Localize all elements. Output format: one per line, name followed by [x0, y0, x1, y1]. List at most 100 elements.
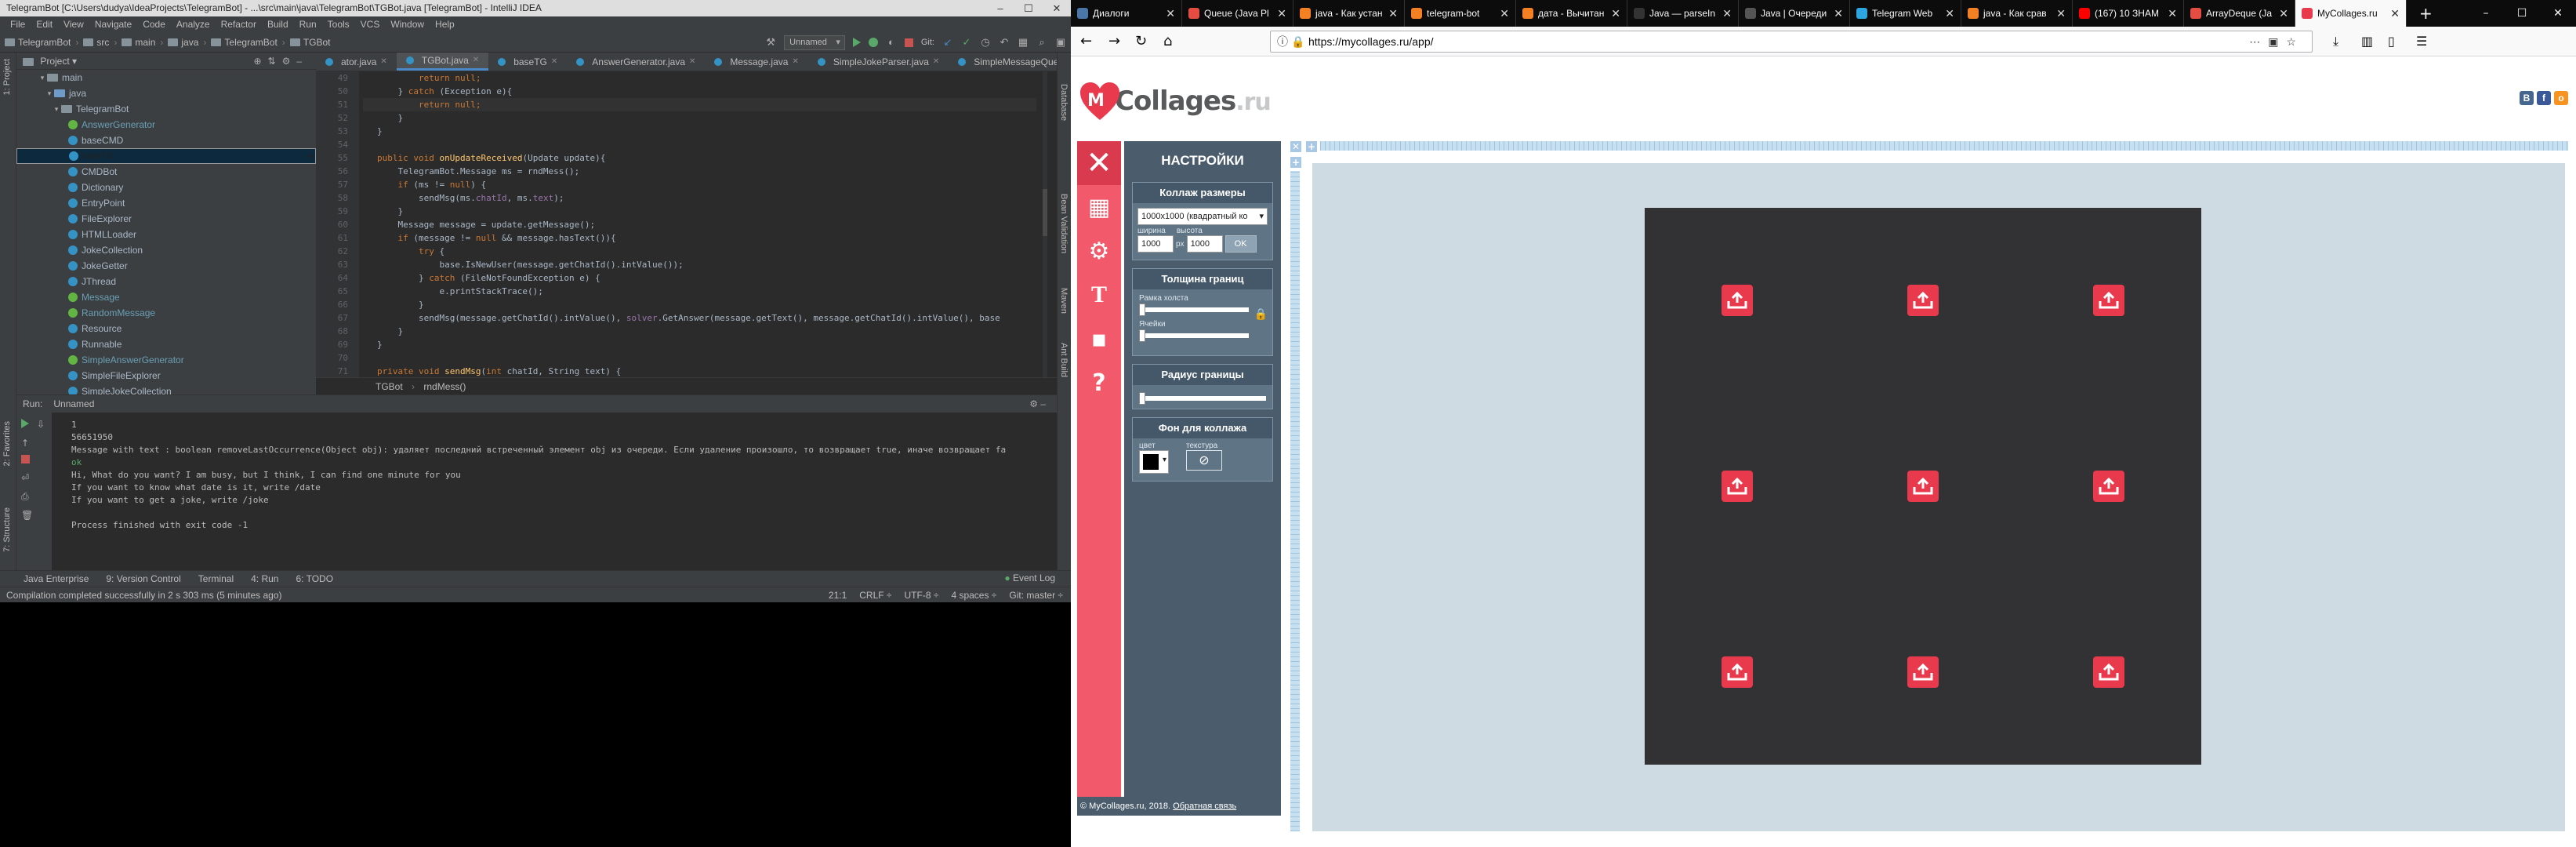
caret-down-icon[interactable]: ▾: [45, 85, 54, 101]
tab-close-icon[interactable]: ✕: [1722, 0, 1732, 27]
menu-edit[interactable]: Edit: [31, 16, 58, 32]
tree-item[interactable]: CMDBot: [16, 164, 316, 180]
minimize-icon[interactable]: –: [986, 0, 1014, 16]
browser-close-icon[interactable]: ✕: [2540, 0, 2576, 27]
cells-slider[interactable]: [1139, 329, 1249, 342]
grid-layout-icon[interactable]: ▦: [1077, 185, 1121, 229]
editor-tab[interactable]: SimpleJokeParser.java ✕: [808, 53, 949, 71]
width-input[interactable]: 1000: [1137, 235, 1174, 253]
bottom-tab[interactable]: 4: Run: [251, 571, 278, 587]
tree-item[interactable]: JokeCollection: [16, 242, 316, 258]
upload-image-button[interactable]: [1722, 471, 1754, 502]
browser-tab[interactable]: Java | Очереди ✕: [1739, 0, 1850, 27]
menu-analyze[interactable]: Analyze: [171, 16, 216, 32]
tab-close-icon[interactable]: ✕: [792, 53, 798, 71]
editor-tab[interactable]: AnswerGenerator.java ✕: [567, 53, 705, 71]
color-picker[interactable]: ▾: [1139, 450, 1169, 474]
print-icon[interactable]: ⎙: [21, 491, 29, 503]
browser-maximize-icon[interactable]: ☐: [2504, 0, 2540, 27]
sdk-icon[interactable]: ▣: [1055, 37, 1066, 48]
console-output[interactable]: 1 56651950 Message with text : boolean rem…: [71, 419, 1049, 532]
tab-close-icon[interactable]: ✕: [380, 53, 386, 71]
reload-icon[interactable]: ↻: [1135, 33, 1147, 50]
database-tool-tab[interactable]: Database: [1059, 84, 1068, 121]
editor-tab[interactable]: ator.java ✕: [316, 53, 397, 71]
favorites-tool-tab[interactable]: 2: Favorites: [2, 421, 12, 466]
tree-item[interactable]: Dictionary: [16, 180, 316, 195]
tree-item[interactable]: baseCMD: [16, 133, 316, 148]
lock-link-icon[interactable]: 🔒: [1254, 308, 1268, 321]
radius-slider[interactable]: [1139, 392, 1266, 405]
site-logo[interactable]: M Collages.ru: [1079, 80, 1272, 122]
caret-down-icon[interactable]: ▾: [38, 70, 47, 85]
project-header-label[interactable]: Project: [40, 56, 69, 67]
tree-item[interactable]: JokeGetter: [16, 258, 316, 274]
info-icon[interactable]: ⓘ: [1277, 31, 1288, 52]
tree-item[interactable]: ▾ TelegramBot: [16, 101, 316, 117]
tree-item[interactable]: Message: [16, 289, 316, 305]
revert-icon[interactable]: ↶: [999, 37, 1010, 48]
downloads-icon[interactable]: ⤓: [2333, 33, 2338, 50]
bean-validation-tool-tab[interactable]: Bean Validation: [1059, 194, 1068, 253]
git-update-icon[interactable]: ↙: [942, 37, 953, 48]
run-panel-settings-icon[interactable]: ⚙ –: [1029, 395, 1046, 413]
upload-image-button[interactable]: [1907, 656, 1939, 688]
upload-image-button[interactable]: [2092, 471, 2124, 502]
editor-tab[interactable]: Message.java ✕: [705, 53, 807, 71]
editor-tab[interactable]: TGBot.java ✕: [396, 51, 489, 71]
tab-close-icon[interactable]: ✕: [1388, 0, 1398, 27]
breadcrumb-item[interactable]: java ›: [168, 32, 206, 53]
tree-item[interactable]: FileExplorer: [16, 211, 316, 227]
tab-close-icon[interactable]: ✕: [1277, 0, 1286, 27]
social-button[interactable]: f: [2537, 91, 2551, 105]
status-item[interactable]: UTF-8 ÷: [905, 587, 939, 602]
status-item[interactable]: 4 spaces ÷: [951, 587, 996, 602]
run-stop-icon[interactable]: [21, 455, 30, 463]
frame-slider-knob[interactable]: [1139, 304, 1145, 316]
run-icon[interactable]: [852, 38, 861, 47]
tab-close-icon[interactable]: ✕: [473, 51, 479, 70]
bottom-tab[interactable]: Terminal: [198, 571, 234, 587]
breadcrumb-item[interactable]: TelegramBot ›: [5, 32, 78, 53]
back-icon[interactable]: ←: [1080, 33, 1092, 50]
upload-image-button[interactable]: [2092, 285, 2124, 317]
bottom-tab[interactable]: 9: Version Control: [106, 571, 180, 587]
library-icon[interactable]: ▥: [2361, 33, 2373, 50]
address-bar[interactable]: ⓘ 🔒 https://mycollages.ru/app/ ⋯▣☆: [1270, 31, 2313, 53]
tree-item[interactable]: baseTG: [16, 148, 316, 165]
tab-close-icon[interactable]: ✕: [1500, 0, 1509, 27]
menu-file[interactable]: File: [5, 16, 31, 32]
browser-tab[interactable]: Queue (Java Pl ✕: [1182, 0, 1293, 27]
breadcrumb-item[interactable]: main ›: [122, 32, 163, 53]
stop-icon[interactable]: [904, 38, 913, 47]
settings-gear-icon[interactable]: ⚙: [1077, 229, 1121, 273]
save-icon[interactable]: ▪: [1077, 317, 1121, 361]
browser-minimize-icon[interactable]: –: [2468, 0, 2504, 27]
editor-breadcrumb-class[interactable]: TGBot: [376, 381, 403, 392]
page-actions-icon[interactable]: ⋯▣☆: [2249, 31, 2304, 52]
tree-item[interactable]: SimpleFileExplorer: [16, 368, 316, 384]
close-icon[interactable]: ✕: [1043, 0, 1071, 16]
menu-refactor[interactable]: Refactor: [216, 16, 262, 32]
hammer-icon[interactable]: ⚒: [765, 37, 776, 48]
browser-tab[interactable]: MyCollages.ru ✕: [2295, 0, 2407, 27]
history-icon[interactable]: ◷: [980, 37, 991, 48]
editor-scrollbar[interactable]: [1043, 71, 1047, 377]
browser-tab[interactable]: ArrayDeque (Ja ✕: [2184, 0, 2295, 27]
git-commit-icon[interactable]: ✓: [961, 37, 972, 48]
feedback-link[interactable]: Обратная связь: [1173, 802, 1236, 811]
height-input[interactable]: 1000: [1186, 235, 1223, 253]
tab-close-icon[interactable]: ✕: [1834, 0, 1843, 27]
menu-help[interactable]: Help: [430, 16, 460, 32]
menu-window[interactable]: Window: [385, 16, 430, 32]
structure-icon[interactable]: ▦: [1018, 37, 1029, 48]
upload-image-button[interactable]: [1722, 656, 1754, 688]
soft-wrap-icon[interactable]: ⏎: [21, 472, 29, 483]
collage-size-select[interactable]: 1000x1000 (квадратный ко: [1137, 208, 1268, 225]
browser-tab[interactable]: (167) 10 ЗНАМ ✕: [2073, 0, 2184, 27]
frame-slider[interactable]: [1139, 304, 1249, 316]
tab-close-icon[interactable]: ✕: [933, 53, 939, 71]
tree-item[interactable]: EntryPoint: [16, 195, 316, 211]
bottom-tab[interactable]: 6: TODO: [296, 571, 333, 587]
run-config-select[interactable]: Unnamed: [784, 35, 845, 50]
